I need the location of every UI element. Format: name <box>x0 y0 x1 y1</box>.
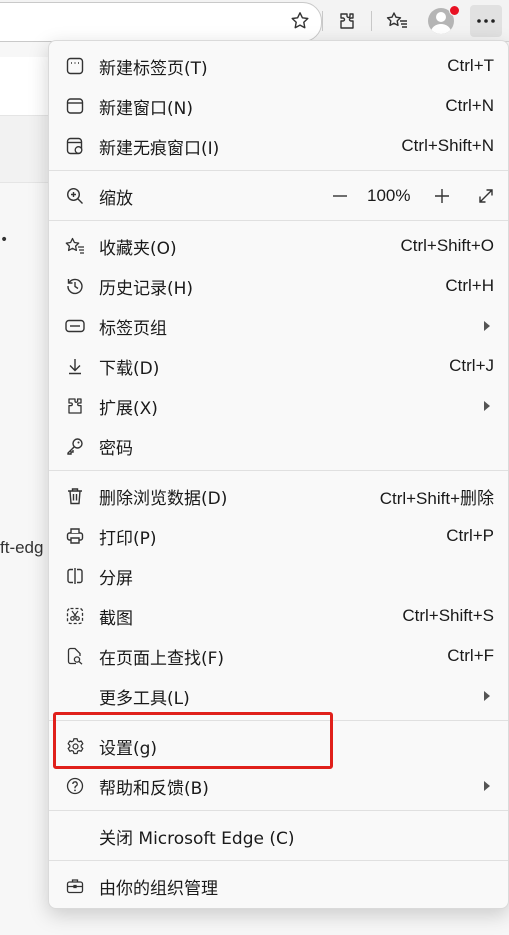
menu-label: 密码 <box>99 438 133 459</box>
menu-shortcut: Ctrl+N <box>445 96 494 115</box>
fullscreen-icon[interactable] <box>475 186 497 206</box>
menu-label: 新建窗口(N) <box>99 98 193 119</box>
menu-item-new-inprivate[interactable]: 新建无痕窗口(I) Ctrl+Shift+N <box>49 126 508 166</box>
menu-label: 删除浏览数据(D) <box>99 488 228 509</box>
submenu-arrow-icon <box>484 401 490 411</box>
trash-icon <box>65 486 85 506</box>
menu-shortcut: Ctrl+Shift+O <box>400 236 494 255</box>
tab-groups-icon <box>65 316 85 336</box>
menu-shortcut: Ctrl+Shift+S <box>402 606 494 625</box>
menu-label: 打印(P) <box>99 528 157 549</box>
favorites-icon <box>65 236 85 256</box>
zoom-level: 100% <box>367 186 411 205</box>
menu-shortcut: Ctrl+Shift+删除 <box>379 488 494 508</box>
menu-item-history[interactable]: 历史记录(H) Ctrl+H <box>49 266 508 306</box>
briefcase-icon <box>65 876 85 896</box>
new-window-icon <box>65 96 85 116</box>
extensions-icon <box>65 396 85 416</box>
menu-item-extensions[interactable]: 扩展(X) <box>49 386 508 426</box>
menu-label: 历史记录(H) <box>99 278 194 299</box>
menu-item-new-tab[interactable]: 新建标签页(T) Ctrl+T <box>49 46 508 86</box>
help-icon <box>65 776 85 796</box>
menu-label: 收藏夹(O) <box>99 238 177 259</box>
submenu-arrow-icon <box>484 691 490 701</box>
menu-shortcut: Ctrl+F <box>447 646 494 665</box>
menu-divider <box>49 170 508 171</box>
menu-label: 新建无痕窗口(I) <box>99 138 220 159</box>
extensions-icon[interactable] <box>331 5 363 37</box>
menu-item-favorites[interactable]: 收藏夹(O) Ctrl+Shift+O <box>49 226 508 266</box>
settings-highlight-box <box>53 712 333 769</box>
menu-divider <box>49 860 508 861</box>
address-bar[interactable] <box>0 2 322 42</box>
favorite-star-icon[interactable] <box>284 5 316 37</box>
printer-icon <box>65 526 85 546</box>
menu-item-find[interactable]: 在页面上查找(F) Ctrl+F <box>49 636 508 676</box>
menu-label: 截图 <box>99 608 133 629</box>
menu-item-zoom: 缩放 100% <box>49 176 508 216</box>
page-mark: • <box>0 232 9 248</box>
new-tab-icon <box>65 56 85 76</box>
menu-item-org-managed[interactable]: 由你的组织管理 <box>49 866 508 906</box>
key-icon <box>65 436 85 456</box>
inprivate-window-icon <box>65 136 85 156</box>
menu-label: 由你的组织管理 <box>99 878 218 899</box>
menu-item-help[interactable]: 帮助和反馈(B) <box>49 766 508 806</box>
menu-shortcut: Ctrl+T <box>447 56 494 75</box>
find-on-page-icon <box>65 646 85 666</box>
menu-divider <box>49 470 508 471</box>
menu-label: 下载(D) <box>99 358 160 379</box>
submenu-arrow-icon <box>484 321 490 331</box>
menu-item-screenshot[interactable]: 截图 Ctrl+Shift+S <box>49 596 508 636</box>
download-icon <box>65 356 85 376</box>
settings-and-more-menu: 新建标签页(T) Ctrl+T 新建窗口(N) Ctrl+N 新建无痕窗口(I)… <box>48 40 509 909</box>
zoom-out-icon[interactable] <box>329 186 351 206</box>
page-text: ft-edg <box>0 538 44 557</box>
menu-item-clear-data[interactable]: 删除浏览数据(D) Ctrl+Shift+删除 <box>49 476 508 516</box>
menu-divider <box>49 810 508 811</box>
menu-shortcut: Ctrl+J <box>449 356 494 375</box>
menu-label: 新建标签页(T) <box>99 58 208 79</box>
notification-dot <box>449 5 460 16</box>
menu-label: 缩放 <box>99 188 133 209</box>
zoom-icon <box>65 186 85 206</box>
menu-item-downloads[interactable]: 下载(D) Ctrl+J <box>49 346 508 386</box>
favorites-icon[interactable] <box>381 5 413 37</box>
menu-item-split-screen[interactable]: 分屏 <box>49 556 508 596</box>
menu-label: 更多工具(L) <box>99 688 190 709</box>
menu-shortcut: Ctrl+P <box>446 526 494 545</box>
menu-label: 分屏 <box>99 568 133 589</box>
menu-item-close-edge[interactable]: 关闭 Microsoft Edge (C) <box>49 816 508 856</box>
menu-item-new-window[interactable]: 新建窗口(N) Ctrl+N <box>49 86 508 126</box>
menu-item-more-tools[interactable]: 更多工具(L) <box>49 676 508 716</box>
menu-label: 在页面上查找(F) <box>99 648 225 669</box>
menu-shortcut: Ctrl+H <box>445 276 494 295</box>
menu-label: 标签页组 <box>99 318 167 339</box>
menu-item-tab-groups[interactable]: 标签页组 <box>49 306 508 346</box>
menu-shortcut: Ctrl+Shift+N <box>401 136 494 155</box>
menu-label: 关闭 Microsoft Edge (C) <box>99 828 295 849</box>
menu-item-print[interactable]: 打印(P) Ctrl+P <box>49 516 508 556</box>
split-screen-icon <box>65 566 85 586</box>
submenu-arrow-icon <box>484 781 490 791</box>
menu-divider <box>49 220 508 221</box>
screenshot-icon <box>65 606 85 626</box>
history-icon <box>65 276 85 296</box>
more-icon[interactable] <box>470 5 502 37</box>
menu-label: 扩展(X) <box>99 398 158 419</box>
zoom-in-icon[interactable] <box>431 186 453 206</box>
browser-toolbar <box>0 0 509 42</box>
menu-item-passwords[interactable]: 密码 <box>49 426 508 466</box>
menu-label: 帮助和反馈(B) <box>99 778 209 799</box>
